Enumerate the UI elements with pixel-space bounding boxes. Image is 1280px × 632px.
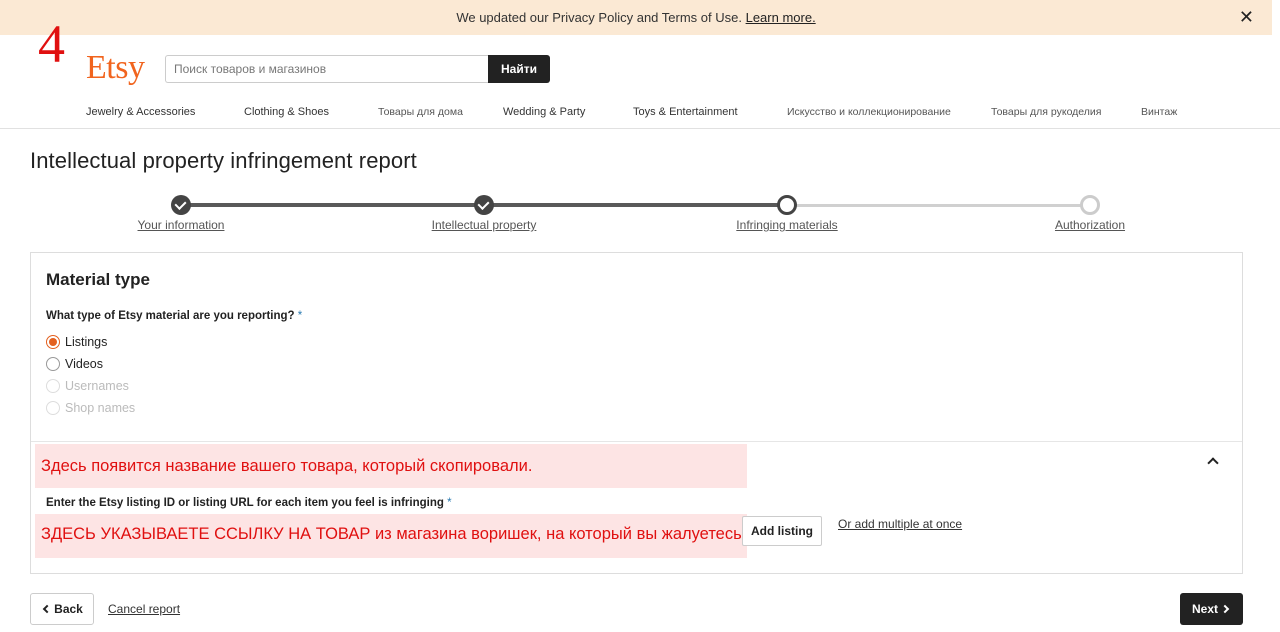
back-label: Back [54, 602, 83, 616]
listing-field-label: Enter the Etsy listing ID or listing URL… [46, 497, 452, 509]
material-question-text: What type of Etsy material are you repor… [46, 310, 295, 322]
section-divider [31, 441, 1242, 442]
category-toys[interactable]: Toys & Entertainment [633, 106, 738, 118]
radio-option-videos[interactable]: Videos [46, 357, 103, 371]
chevron-right-icon [1220, 604, 1230, 614]
category-art[interactable]: Искусство и коллекционирование [787, 106, 951, 118]
radio-label-usernames: Usernames [65, 379, 129, 393]
step-todo-indicator [1080, 195, 1100, 215]
radio-option-listings[interactable]: Listings [46, 335, 107, 349]
search-bar: Найти [165, 55, 550, 83]
banner-message: We updated our Privacy Policy and Terms … [0, 10, 1272, 25]
annotation-url-note: ЗДЕСЬ УКАЗЫВАЕТЕ ССЫЛКУ НА ТОВАР из мага… [35, 514, 747, 558]
privacy-banner: We updated our Privacy Policy and Terms … [0, 0, 1272, 35]
search-input[interactable] [165, 55, 488, 83]
step-intellectual-property[interactable]: Intellectual property [432, 218, 537, 232]
annotation-title-note: Здесь появится название вашего товара, к… [35, 444, 747, 488]
step-current-indicator [777, 195, 797, 215]
step-done-check-icon [474, 195, 494, 215]
required-mark: * [447, 497, 452, 509]
step-authorization[interactable]: Authorization [1055, 218, 1125, 232]
category-jewelry[interactable]: Jewelry & Accessories [86, 106, 195, 118]
radio-option-shop-names: Shop names [46, 401, 135, 415]
chevron-left-icon [42, 604, 52, 614]
cancel-report-link[interactable]: Cancel report [108, 602, 180, 616]
radio-label-listings: Listings [65, 335, 108, 349]
category-nav: Jewelry & Accessories Clothing & Shoes Т… [0, 106, 1280, 120]
required-mark: * [297, 310, 303, 322]
progress-remaining [787, 204, 1090, 207]
category-clothing[interactable]: Clothing & Shoes [244, 106, 329, 118]
material-question: What type of Etsy material are you repor… [46, 310, 302, 322]
category-vintage[interactable]: Винтаж [1141, 106, 1177, 118]
search-button[interactable]: Найти [488, 55, 550, 83]
radio-disabled-icon [46, 401, 60, 415]
radio-label-shop-names: Shop names [65, 401, 136, 415]
radio-checked-icon[interactable] [46, 335, 60, 349]
add-multiple-link[interactable]: Or add multiple at once [838, 517, 962, 531]
etsy-logo[interactable]: Etsy [86, 48, 145, 88]
radio-icon[interactable] [46, 357, 60, 371]
category-craft[interactable]: Товары для рукоделия [991, 106, 1101, 118]
header-divider [0, 128, 1280, 129]
next-label: Next [1191, 602, 1218, 616]
radio-label-videos: Videos [65, 357, 103, 371]
next-button[interactable]: Next [1180, 593, 1243, 625]
category-wedding[interactable]: Wedding & Party [503, 106, 585, 118]
category-home[interactable]: Товары для дома [378, 106, 463, 118]
add-listing-button[interactable]: Add listing [742, 516, 822, 546]
step-your-information[interactable]: Your information [138, 218, 225, 232]
listing-field-label-text: Enter the Etsy listing ID or listing URL… [46, 497, 444, 509]
learn-more-link[interactable]: Learn more. [746, 10, 816, 25]
step-done-check-icon [171, 195, 191, 215]
annotation-step-number: 4 [38, 14, 65, 74]
page-title: Intellectual property infringement repor… [30, 148, 417, 173]
radio-disabled-icon [46, 379, 60, 393]
step-infringing-materials[interactable]: Infringing materials [736, 218, 837, 232]
back-button[interactable]: Back [30, 593, 94, 625]
chevron-up-icon[interactable] [1207, 457, 1219, 469]
material-type-title: Material type [46, 270, 150, 289]
close-icon[interactable]: ✕ [1239, 8, 1254, 26]
banner-text: We updated our Privacy Policy and Terms … [456, 10, 742, 25]
radio-option-usernames: Usernames [46, 379, 129, 393]
